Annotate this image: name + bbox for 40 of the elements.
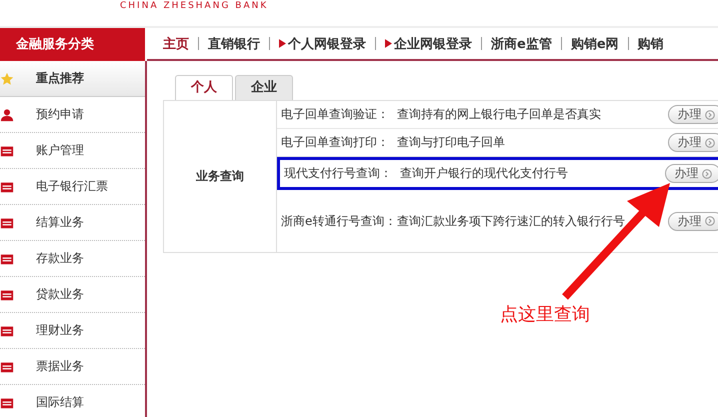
service-description: 查询开户银行的现代化支付行号 bbox=[400, 165, 569, 182]
handle-button[interactable]: 办理 bbox=[665, 164, 718, 183]
sidebar-item[interactable]: 预约申请 bbox=[0, 97, 145, 133]
tab[interactable]: 企业 bbox=[235, 75, 293, 100]
sidebar-item[interactable]: 贷款业务 bbox=[0, 277, 145, 313]
chevron-circle-icon bbox=[702, 168, 712, 178]
service-description: 查询持有的网上银行电子回单是否真实 bbox=[397, 106, 602, 123]
section-label: 业务查询 bbox=[164, 101, 277, 252]
nav-link[interactable]: 浙商e监管 bbox=[491, 34, 552, 52]
service-name: 现代支付行号查询： bbox=[284, 165, 393, 182]
sidebar-item[interactable]: 账户管理 bbox=[0, 133, 145, 169]
nav-link[interactable]: 直销银行 bbox=[208, 34, 260, 52]
nav-link[interactable]: 购销 bbox=[638, 34, 664, 52]
chevron-circle-icon bbox=[704, 110, 714, 120]
star-icon bbox=[0, 72, 14, 86]
handle-button[interactable]: 办理 bbox=[668, 133, 718, 152]
service-name: 电子回单查询验证： bbox=[281, 106, 390, 123]
sidebar-title: 金融服务分类 bbox=[0, 28, 145, 61]
handle-button[interactable]: 办理 bbox=[668, 212, 718, 230]
tab[interactable]: 个人 bbox=[175, 75, 233, 100]
bank-logo-text: CHINA ZHESHANG BANK bbox=[119, 0, 270, 13]
service-description: 查询与打印电子回单 bbox=[397, 134, 506, 151]
annotation-text: 点这里查询 bbox=[500, 303, 590, 326]
sidebar-item[interactable]: 存款业务 bbox=[0, 241, 145, 277]
sidebar-item[interactable]: 理财业务 bbox=[0, 313, 145, 349]
nav-link[interactable]: 企业网银登录 bbox=[394, 34, 472, 52]
service-name: 电子回单查询打印： bbox=[281, 134, 390, 151]
sidebar-item[interactable]: 结算业务 bbox=[0, 205, 145, 241]
nav-link[interactable]: 购销e网 bbox=[570, 34, 619, 52]
sidebar-item[interactable]: 电子银行汇票 bbox=[0, 169, 145, 205]
handle-button[interactable]: 办理 bbox=[668, 105, 718, 124]
service-name: 浙商e转通行号查询： bbox=[281, 212, 397, 230]
service-description: 查询汇款业务项下跨行速汇的转入银行行号 bbox=[397, 212, 626, 230]
sidebar-item[interactable]: 票据业务 bbox=[0, 349, 145, 385]
nav-link[interactable]: 主页 bbox=[163, 34, 189, 52]
chevron-circle-icon bbox=[704, 138, 714, 148]
sidebar-item[interactable]: 国际结算 bbox=[0, 385, 145, 417]
person-icon bbox=[0, 108, 14, 122]
chevron-circle-icon bbox=[704, 216, 714, 226]
nav-link[interactable]: 个人网银登录 bbox=[288, 34, 366, 52]
